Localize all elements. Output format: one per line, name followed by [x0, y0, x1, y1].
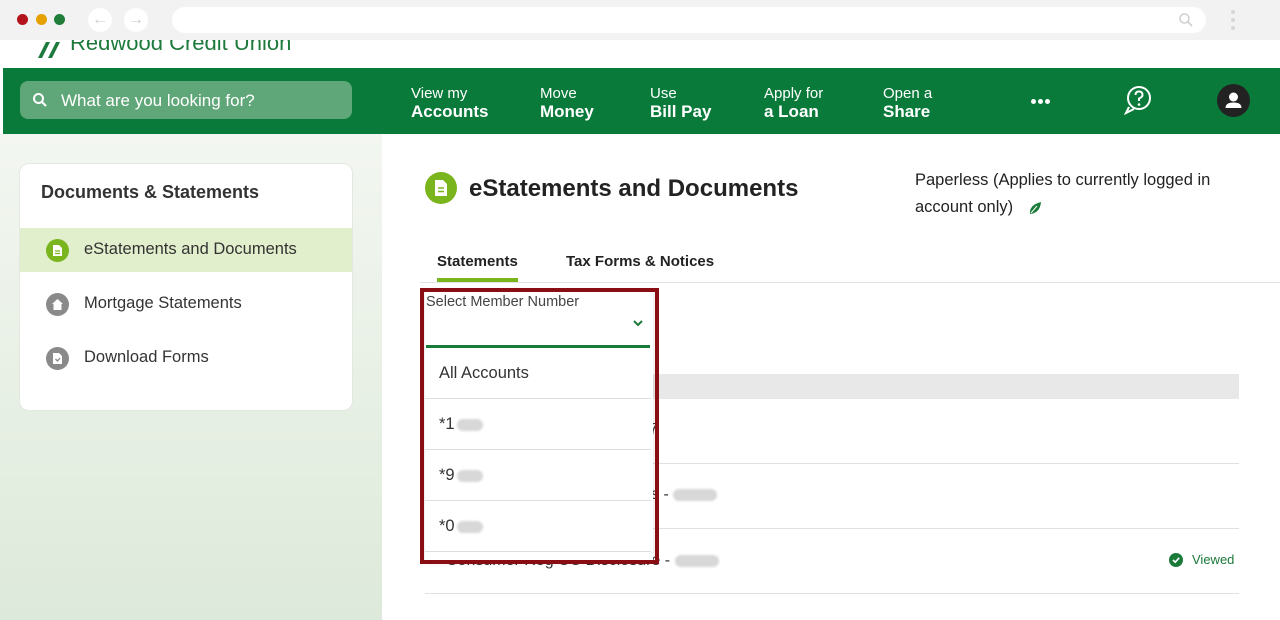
highlight-box — [420, 288, 659, 564]
download-form-icon — [46, 347, 69, 370]
sidebar-item-label: Download Forms — [84, 348, 209, 366]
more-dots-icon[interactable] — [1031, 91, 1053, 111]
sidebar-item-mortgage[interactable]: Mortgage Statements — [20, 282, 352, 326]
document-icon — [46, 239, 69, 262]
check-circle-icon — [1169, 553, 1183, 567]
tab-tax-forms-notices[interactable]: Tax Forms & Notices — [566, 253, 714, 270]
paperless-text: Paperless (Applies to currently logged i… — [915, 171, 1211, 216]
main-header: What are you looking for? View my Accoun… — [3, 68, 1280, 134]
browser-menu-icon[interactable] — [1230, 8, 1236, 32]
sidebar-item-download-forms[interactable]: Download Forms — [20, 336, 352, 380]
arrow-left-icon[interactable]: ← — [88, 8, 112, 32]
tab-statements[interactable]: Statements — [437, 253, 518, 270]
chat-help-icon[interactable] — [1123, 85, 1153, 115]
logo-icon — [38, 42, 60, 58]
tabs-divider — [420, 282, 1280, 283]
home-icon — [46, 293, 69, 316]
row-divider — [425, 593, 1239, 594]
window-maximize-dot[interactable] — [54, 14, 65, 25]
search-input[interactable]: What are you looking for? — [20, 81, 352, 119]
browser-chrome: ← → — [0, 0, 1280, 40]
window-minimize-dot[interactable] — [36, 14, 47, 25]
nav-move-money[interactable]: Move Money — [540, 85, 594, 121]
leaf-icon — [1029, 201, 1041, 214]
document-icon — [425, 172, 457, 204]
address-bar[interactable] — [172, 7, 1206, 33]
window-close-dot[interactable] — [17, 14, 28, 25]
redacted-value — [673, 488, 718, 501]
sidebar-item-label: eStatements and Documents — [84, 240, 297, 258]
paperless-toggle-label[interactable]: Paperless (Applies to currently logged i… — [915, 167, 1235, 221]
search-placeholder: What are you looking for? — [61, 91, 255, 110]
nav-bill-pay[interactable]: Use Bill Pay — [650, 85, 711, 121]
sidebar-title: Documents & Statements — [41, 182, 260, 202]
arrow-right-icon[interactable]: → — [124, 8, 148, 32]
logo-strip: Redwood Credit Union — [0, 40, 1280, 68]
nav-open-share[interactable]: Open a Share — [883, 85, 932, 121]
table-row-text[interactable]: s - — [651, 486, 718, 504]
user-avatar-icon[interactable] — [1217, 84, 1250, 117]
redacted-value — [674, 554, 719, 567]
search-icon — [1179, 13, 1193, 27]
sidebar-card: Documents & Statements eStatements and D… — [19, 163, 353, 411]
logo-text[interactable]: Redwood Credit Union — [70, 40, 291, 56]
sidebar-item-label: Mortgage Statements — [84, 294, 242, 312]
nav-apply-loan[interactable]: Apply for a Loan — [764, 85, 823, 121]
search-icon — [33, 93, 47, 107]
sidebar-item-estatements[interactable]: eStatements and Documents — [20, 228, 352, 272]
nav-view-accounts[interactable]: View my Accounts — [411, 85, 488, 121]
page-title: eStatements and Documents — [469, 175, 799, 202]
